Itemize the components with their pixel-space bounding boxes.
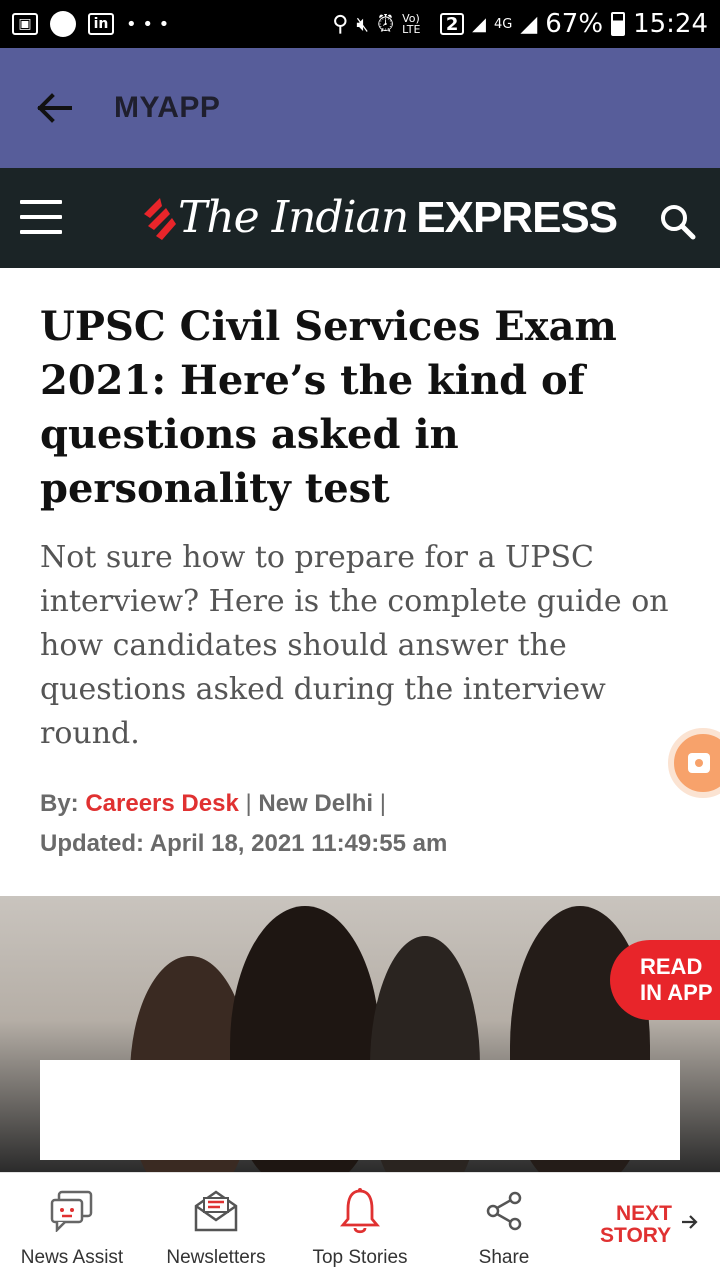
- nav-label: Top Stories: [312, 1247, 408, 1268]
- clock: 15:24: [633, 9, 708, 39]
- read-in-app-line1: READ: [640, 954, 703, 979]
- byline-separator: |: [245, 790, 252, 817]
- hamburger-menu-icon[interactable]: [20, 200, 62, 236]
- nav-label: Share: [478, 1247, 530, 1268]
- network-type: 4G: [493, 16, 513, 32]
- bell-icon: [290, 1185, 430, 1237]
- battery-icon: [611, 12, 626, 36]
- bottom-navigation: News Assist Newsletters Top Stories Shar…: [0, 1172, 720, 1280]
- chat-bot-icon: [2, 1185, 142, 1237]
- article-headline: UPSC Civil Services Exam 2021: Here’s th…: [40, 303, 617, 512]
- site-logo[interactable]: The Indian EXPRESS: [140, 192, 618, 243]
- logo-text-italic: The Indian: [178, 192, 409, 243]
- next-story-button[interactable]: NEXT STORY: [600, 1203, 672, 1247]
- nav-news-assist[interactable]: News Assist: [2, 1185, 142, 1269]
- app-title: MYAPP: [114, 91, 221, 124]
- video-camera-icon: [688, 753, 710, 773]
- share-icon: [434, 1185, 574, 1237]
- read-in-app-button[interactable]: READ IN APP: [610, 940, 720, 1020]
- nav-label: Newsletters: [166, 1247, 266, 1268]
- news-app-icon: [50, 11, 76, 37]
- search-icon[interactable]: [658, 202, 698, 247]
- article-hero-image[interactable]: [0, 896, 720, 1172]
- nav-share[interactable]: Share: [434, 1185, 574, 1269]
- back-arrow-icon[interactable]: [36, 88, 76, 128]
- gallery-icon: ▣: [12, 13, 38, 35]
- article-summary: Not sure how to prepare for a UPSC inter…: [40, 540, 669, 751]
- alarm-icon: ⏰︎: [376, 11, 395, 37]
- read-in-app-line2: IN APP: [640, 980, 713, 1005]
- mute-icon: 🔇︎: [356, 12, 369, 36]
- site-header: The Indian EXPRESS: [0, 168, 720, 268]
- mail-icon: [146, 1185, 286, 1237]
- nav-label: News Assist: [20, 1247, 124, 1268]
- updated-time: Updated: April 18, 2021 11:49:55 am: [40, 830, 448, 857]
- logo-mark-icon: [144, 197, 176, 240]
- chevron-right-icon[interactable]: [678, 1211, 700, 1238]
- location: New Delhi: [258, 790, 374, 817]
- byline: By: Careers Desk | New Delhi | Updated: …: [40, 784, 680, 864]
- byline-separator-2: |: [379, 790, 386, 817]
- volte-label: Vo) LTE: [402, 12, 421, 36]
- signal-icon-2: ◢: [520, 11, 538, 37]
- article: UPSC Civil Services Exam 2021: Here’s th…: [40, 300, 680, 864]
- linkedin-icon: in: [88, 13, 114, 35]
- ad-placeholder: [40, 1060, 680, 1160]
- nav-top-stories[interactable]: Top Stories: [290, 1185, 430, 1269]
- logo-text-bold: EXPRESS: [416, 192, 618, 242]
- more-notifications-icon: • • •: [126, 13, 170, 35]
- by-label: By:: [40, 790, 79, 817]
- sim-badge: 2: [440, 13, 465, 35]
- signal-icon: ◢: [472, 13, 486, 35]
- app-bar: MYAPP: [0, 48, 720, 168]
- location-icon: ⚲: [332, 11, 349, 37]
- next-story-line2: STORY: [600, 1224, 672, 1247]
- nav-newsletters[interactable]: Newsletters: [146, 1185, 286, 1269]
- author-link[interactable]: Careers Desk: [85, 790, 238, 817]
- battery-percent: 67%: [545, 9, 604, 39]
- status-bar: ▣ in • • • ⚲ 🔇︎ ⏰︎ Vo) LTE 2 ◢ 4G ◢ 67% …: [0, 0, 720, 48]
- next-story-line1: NEXT: [616, 1202, 673, 1225]
